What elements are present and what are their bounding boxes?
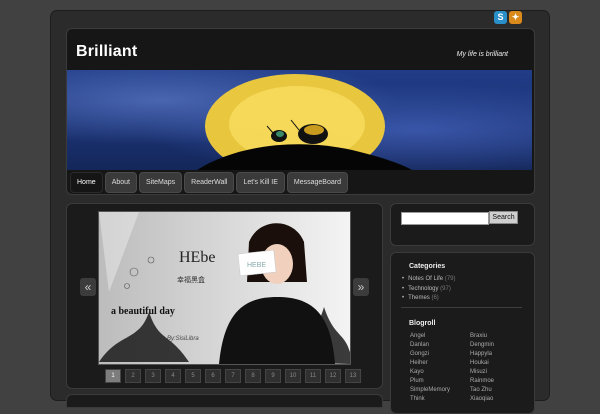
slider-page-button[interactable]: 7 (225, 369, 241, 383)
category-count: (6) (431, 295, 439, 301)
category-name[interactable]: Themes (408, 295, 430, 301)
blogroll-link[interactable]: Heiher (410, 359, 470, 368)
categories-list: Notes Of Life (79) Technology (97) Theme… (402, 275, 455, 304)
slide-title: HEbe (179, 249, 215, 266)
search-input[interactable] (401, 212, 489, 225)
category-item[interactable]: Themes (6) (402, 294, 455, 304)
site-title[interactable]: Brilliant (76, 43, 137, 61)
slide-credit: By:SisiLibra (167, 336, 199, 342)
main-navigation: Home About SiteMaps ReaderWall Let's Kil… (70, 172, 348, 193)
category-item[interactable]: Technology (97) (402, 285, 455, 295)
blogroll-link[interactable]: Happyla (470, 350, 530, 359)
held-card-text: HEBE (247, 262, 266, 269)
nav-readerwall[interactable]: ReaderWall (184, 172, 235, 193)
blogroll-link[interactable]: Plum (410, 377, 470, 386)
blogroll-link[interactable]: Kayo (410, 368, 470, 377)
slider-page-button[interactable]: 12 (325, 369, 341, 383)
slide-caption: a beautiful day (111, 306, 175, 317)
slide-cn-text: 幸福黑盒 (177, 275, 205, 284)
category-count: (97) (440, 285, 451, 292)
social-icon[interactable]: S (494, 11, 507, 24)
blogroll-link[interactable]: Misuzi (470, 368, 530, 377)
blogroll-link[interactable]: Gongzi (410, 350, 470, 359)
blogroll-link[interactable]: Houkai (470, 359, 530, 368)
banner-artwork (197, 74, 412, 170)
next-post-panel (66, 394, 383, 408)
category-count: (79) (444, 276, 456, 282)
slider-page-button[interactable]: 1 (105, 369, 121, 383)
site-tagline: My life is brilliant (456, 51, 508, 58)
blogroll-link[interactable]: Rainmoe (470, 377, 530, 386)
sidebar-divider (401, 307, 522, 308)
nav-messageboard[interactable]: MessageBoard (286, 172, 348, 193)
slider-page-button[interactable]: 3 (145, 369, 161, 383)
blogroll-link[interactable]: Dengmin (470, 341, 530, 350)
blogroll-heading: Blogroll (409, 320, 436, 327)
blogroll-link[interactable]: Danlan (410, 341, 470, 350)
rss-icon[interactable]: ✦ (509, 11, 522, 24)
header-banner (67, 70, 532, 170)
search-button[interactable]: Search (489, 211, 518, 224)
slider-page-button[interactable]: 13 (345, 369, 361, 383)
slider-page-button[interactable]: 4 (165, 369, 181, 383)
category-name[interactable]: Notes Of Life (408, 276, 443, 282)
blogroll-link[interactable]: Tao Zhu (470, 386, 530, 395)
category-name[interactable]: Technology (408, 286, 438, 292)
bug-left-shell (276, 131, 284, 137)
slider-page-button[interactable]: 11 (305, 369, 321, 383)
featured-slider[interactable]: HEBE HEbe 幸福黑盒 a beautiful day By:SisiLi… (98, 211, 351, 365)
slider-page-button[interactable]: 5 (185, 369, 201, 383)
slider-page-button[interactable]: 8 (245, 369, 261, 383)
slider-prev-icon[interactable]: « (80, 278, 96, 296)
slider-page-button[interactable]: 2 (125, 369, 141, 383)
bug-right-shell (304, 125, 324, 135)
category-item[interactable]: Notes Of Life (79) (402, 275, 455, 285)
nav-sitemaps[interactable]: SiteMaps (138, 172, 183, 193)
slider-page-button[interactable]: 9 (265, 369, 281, 383)
blogroll-link[interactable]: Angel (410, 332, 470, 341)
slider-pagination: 1 2 3 4 5 6 7 8 9 10 11 12 13 (105, 369, 361, 383)
slide-image: HEBE HEbe 幸福黑盒 a beautiful day By:SisiLi… (99, 212, 350, 364)
blogroll-link[interactable]: SimpleMemory (410, 386, 470, 395)
blogroll-list: Angel Braxiu Danlan Dengmin Gongzi Happy… (410, 332, 530, 404)
slider-page-button[interactable]: 6 (205, 369, 221, 383)
top-icons: S ✦ (494, 11, 522, 24)
slider-page-button[interactable]: 10 (285, 369, 301, 383)
blogroll-link[interactable]: Braxiu (470, 332, 530, 341)
nav-home[interactable]: Home (70, 172, 103, 193)
nav-kill-ie[interactable]: Let's Kill IE (236, 172, 285, 193)
categories-heading: Categories (409, 263, 446, 270)
nav-about[interactable]: About (104, 172, 137, 193)
slider-next-icon[interactable]: » (353, 278, 369, 296)
